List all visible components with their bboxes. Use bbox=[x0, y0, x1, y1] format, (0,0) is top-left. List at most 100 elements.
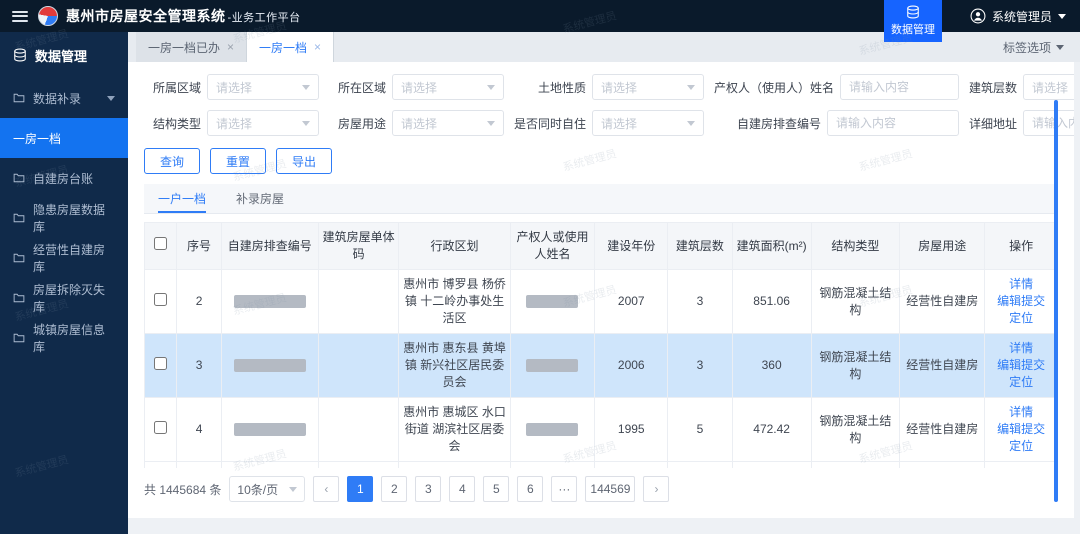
detail-link[interactable]: 详情 bbox=[1009, 405, 1033, 419]
cell-survey-code bbox=[220, 269, 319, 334]
sidebar-item-self-built-ledger[interactable]: 自建房台账 bbox=[0, 158, 128, 198]
sidebar-item-demolition-loss-db[interactable]: 房屋拆除灭失库 bbox=[0, 278, 128, 318]
locate-link[interactable]: 定位 bbox=[1009, 311, 1033, 325]
filter-label: 房屋用途 bbox=[337, 116, 386, 131]
sidebar-item-one-house-one-file[interactable]: 一房一档 bbox=[0, 118, 128, 158]
page-size-select[interactable]: 10条/页 bbox=[229, 476, 306, 502]
page-button-2[interactable]: 2 bbox=[381, 476, 408, 502]
cell-year: 2006 bbox=[594, 333, 669, 398]
select-all-checkbox[interactable] bbox=[154, 237, 168, 250]
row-checkbox[interactable] bbox=[154, 356, 168, 370]
edit-submit-link[interactable]: 编辑提交 bbox=[997, 422, 1045, 436]
region-owner-select[interactable]: 请选择 bbox=[207, 74, 319, 100]
locate-link[interactable]: 定位 bbox=[1009, 375, 1033, 389]
page-button-last[interactable]: 144569 bbox=[585, 476, 636, 502]
col-operation: 操作 bbox=[984, 222, 1058, 270]
close-icon[interactable]: × bbox=[314, 40, 321, 54]
col-survey-code: 自建房排查编号 bbox=[220, 222, 319, 270]
cell-structure: 钢筋混凝土结构 bbox=[810, 461, 901, 468]
filter-label: 所在区域 bbox=[337, 80, 386, 95]
redacted-value bbox=[233, 295, 306, 309]
self-occupied-select[interactable]: 请选择 bbox=[592, 110, 704, 136]
tab-one-house-one-file-done[interactable]: 一房一档已办 × bbox=[136, 32, 248, 62]
user-icon bbox=[970, 8, 986, 24]
sidebar-item-label: 经营性自建房库 bbox=[33, 243, 106, 274]
page-button-6[interactable]: 6 bbox=[517, 476, 544, 502]
filter-survey-code: 自建房排查编号 bbox=[714, 110, 969, 136]
page-button-1[interactable]: 1 bbox=[347, 476, 374, 502]
sidebar-item-data-supplement[interactable]: 数据补录 bbox=[0, 78, 128, 118]
structure-type-select[interactable]: 请选择 bbox=[207, 110, 319, 136]
survey-code-input[interactable] bbox=[836, 116, 950, 130]
page-button-5[interactable]: 5 bbox=[483, 476, 510, 502]
select-placeholder: 请选择 bbox=[1032, 80, 1069, 95]
cell-structure: 钢筋混凝土结构 bbox=[810, 333, 901, 398]
cell-survey-code bbox=[220, 397, 319, 462]
filter-structure-type: 结构类型 请选择 bbox=[144, 110, 329, 136]
house-usage-select[interactable]: 请选择 bbox=[392, 110, 504, 136]
row-checkbox[interactable] bbox=[154, 292, 168, 306]
sidebar-item-hazard-housing-db[interactable]: 隐患房屋数据库 bbox=[0, 198, 128, 238]
sidebar-header-label: 数据管理 bbox=[35, 48, 88, 64]
data-table-wrap: 序号 自建房排查编号 建筑房屋单体码 行政区划 产权人或使用人姓名 建设年份 建… bbox=[144, 222, 1058, 468]
page-button-4[interactable]: 4 bbox=[449, 476, 476, 502]
close-icon[interactable]: × bbox=[227, 40, 234, 54]
hamburger-icon[interactable] bbox=[12, 10, 28, 22]
subtab-supplemented-houses[interactable]: 补录房屋 bbox=[236, 184, 284, 213]
filter-land-nature: 土地性质 请选择 bbox=[514, 74, 714, 100]
owner-name-input[interactable] bbox=[849, 80, 950, 94]
page-button-3[interactable]: 3 bbox=[415, 476, 442, 502]
cell-operations: 详情编辑提交定位 bbox=[984, 397, 1058, 462]
cell-usage: 经营性自建房 bbox=[899, 269, 986, 334]
filter-row-2: 结构类型 请选择 房屋用途 请选择 是否同时自住 请选择 自建房排查编号 详细地… bbox=[144, 110, 1074, 136]
cell-usage: 经营性自建房 bbox=[899, 461, 986, 468]
header-checkbox-cell bbox=[144, 222, 178, 270]
subtab-one-household-one-file[interactable]: 一户一档 bbox=[158, 184, 207, 213]
tag-options-dropdown[interactable]: 标签选项 bbox=[1003, 32, 1080, 62]
export-button[interactable]: 导出 bbox=[276, 148, 333, 174]
chevron-down-icon bbox=[487, 120, 495, 126]
detail-link[interactable]: 详情 bbox=[1009, 341, 1033, 355]
land-nature-select[interactable]: 请选择 bbox=[592, 74, 704, 100]
table-row: 2 惠州市 博罗县 杨侨镇 十二岭办事处生活区 2007 3 851.06 钢筋… bbox=[144, 269, 1058, 334]
next-page-button[interactable]: › bbox=[643, 476, 670, 502]
reset-button[interactable]: 重置 bbox=[210, 148, 267, 174]
sidebar-item-urban-housing-info-db[interactable]: 城镇房屋信息库 bbox=[0, 318, 128, 358]
prev-page-button[interactable]: ‹ bbox=[313, 476, 340, 502]
query-button[interactable]: 查询 bbox=[144, 148, 201, 174]
tab-one-house-one-file[interactable]: 一房一档 × bbox=[247, 32, 335, 62]
row-checkbox[interactable] bbox=[154, 420, 168, 434]
locate-link[interactable]: 定位 bbox=[1009, 439, 1033, 453]
cell-owner-name bbox=[509, 269, 596, 334]
user-menu[interactable]: 系统管理员 bbox=[970, 0, 1066, 32]
content-panel: 所属区域 请选择 所在区域 请选择 土地性质 请选择 产权人（使用人）姓名 建筑… bbox=[128, 62, 1074, 518]
filter-detail-address: 详细地址 bbox=[969, 110, 1074, 136]
cell-building-code bbox=[317, 333, 400, 398]
region-location-select[interactable]: 请选择 bbox=[392, 74, 504, 100]
cell-area: 360 bbox=[731, 333, 812, 398]
filter-label: 自建房排查编号 bbox=[736, 116, 821, 131]
filter-house-usage: 房屋用途 请选择 bbox=[329, 110, 514, 136]
cell-floors: 5 bbox=[667, 397, 733, 462]
page-ellipsis[interactable]: ··· bbox=[551, 476, 578, 502]
vertical-scrollbar[interactable] bbox=[1054, 100, 1058, 502]
edit-submit-link[interactable]: 编辑提交 bbox=[997, 294, 1045, 308]
redacted-value bbox=[526, 423, 579, 437]
detail-link[interactable]: 详情 bbox=[1009, 277, 1033, 291]
filter-region-location: 所在区域 请选择 bbox=[329, 74, 514, 100]
detail-address-input[interactable] bbox=[1032, 116, 1074, 130]
topnav-data-management[interactable]: 数据管理 bbox=[884, 0, 942, 42]
detail-address-input-wrap bbox=[1023, 110, 1074, 136]
cell-building-code bbox=[317, 461, 400, 468]
chevron-down-icon bbox=[107, 95, 115, 101]
sidebar-item-commercial-self-built-db[interactable]: 经营性自建房库 bbox=[0, 238, 128, 278]
sidebar-header-data-management[interactable]: 数据管理 bbox=[0, 32, 128, 78]
tab-label: 一房一档 bbox=[259, 40, 308, 55]
building-floors-select[interactable]: 请选择 bbox=[1023, 74, 1074, 100]
cell-seq: 3 bbox=[176, 333, 222, 398]
filter-row-1: 所属区域 请选择 所在区域 请选择 土地性质 请选择 产权人（使用人）姓名 建筑… bbox=[144, 74, 1074, 100]
database-icon bbox=[14, 48, 26, 62]
edit-submit-link[interactable]: 编辑提交 bbox=[997, 358, 1045, 372]
cell-building-code bbox=[317, 397, 400, 462]
subtab-label: 一户一档 bbox=[158, 192, 207, 206]
